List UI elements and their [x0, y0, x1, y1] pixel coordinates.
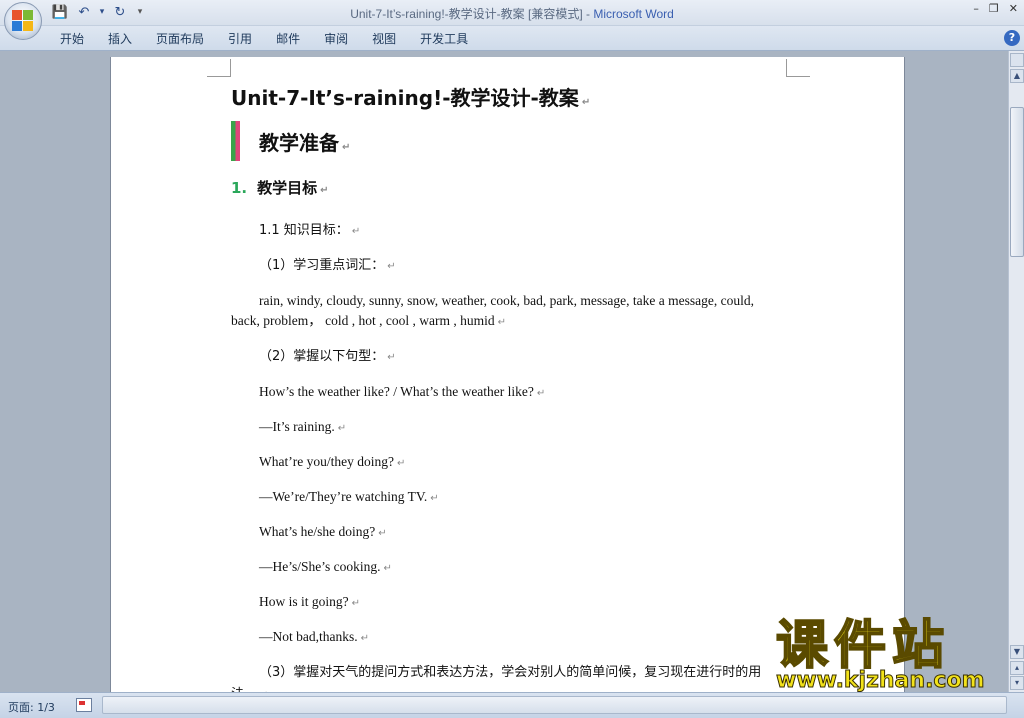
document-page[interactable]: Unit-7-It’s-raining!-教学设计-教案 ↵ 教学准备 ↵ 1. 教学… — [110, 57, 905, 692]
paragraph-vocabulary: rain, windy, cloudy, sunny, snow, weathe… — [231, 293, 754, 328]
ribbon-tab[interactable]: 审阅 — [312, 30, 360, 48]
ribbon-tabs: 开始 插入 页面布局 引用 邮件 审阅 视图 开发工具 — [48, 30, 480, 48]
document-name: Unit-7-It’s-raining!-教学设计-教案 [兼容模式] — [350, 7, 583, 21]
document-body[interactable]: Unit-7-It’s-raining!-教学设计-教案 ↵ 教学准备 ↵ 1. 教学… — [231, 83, 781, 692]
ribbon-tab[interactable]: 开发工具 — [408, 30, 480, 48]
window-title: Unit-7-It’s-raining!-教学设计-教案 [兼容模式] - Mi… — [0, 5, 1024, 22]
paragraph: How is it going? ↵ — [259, 594, 361, 609]
ribbon-tab[interactable]: 引用 — [216, 30, 264, 48]
page-indicator[interactable]: 页面: 1/3 — [8, 699, 55, 715]
heading-1: 教学准备 ↵ — [231, 121, 781, 161]
scroll-up-icon[interactable]: ▲ — [1010, 69, 1024, 83]
scroll-down-icon[interactable]: ▼ — [1010, 645, 1024, 659]
ribbon-tab[interactable]: 视图 — [360, 30, 408, 48]
restore-button[interactable]: ❐ — [989, 2, 999, 15]
vertical-scrollbar[interactable]: ▲ ▼ ▴ ▾ — [1008, 51, 1024, 692]
margin-corner-marker — [786, 59, 810, 77]
watermark-url: www.kjzhan.com — [776, 668, 986, 694]
ribbon-tab[interactable]: 开始 — [48, 30, 96, 48]
paragraph: 1.1 知识目标： ↵ — [259, 223, 361, 238]
watermark-logo: 课件站 www.kjzhan.com — [774, 615, 1006, 696]
paragraph: （2）掌握以下句型： ↵ — [259, 349, 396, 364]
paragraph: —He’s/She’s cooking. ↵ — [259, 559, 392, 574]
next-page-icon[interactable]: ▾ — [1010, 676, 1024, 690]
paragraph: What’re you/they doing? ↵ — [259, 454, 406, 469]
paragraph: （1）学习重点词汇： ↵ — [259, 258, 396, 273]
margin-corner-marker — [207, 59, 231, 77]
paragraph: What’s he/she doing? ↵ — [259, 524, 387, 539]
document-workspace: Unit-7-It’s-raining!-教学设计-教案 ↵ 教学准备 ↵ 1. 教学… — [0, 51, 1008, 692]
proofing-icon[interactable] — [76, 698, 92, 712]
title-separator: - — [582, 7, 594, 21]
office-button[interactable] — [4, 2, 42, 40]
paragraph-mark: ↵ — [320, 185, 329, 196]
paragraph-mark: ↵ — [581, 97, 591, 108]
heading-2: 1. 教学目标 ↵ — [231, 179, 329, 197]
paragraph: （3）掌握对天气的提问方式和表达方法，学会对别人的简单问候，复习现在进行时的用法… — [231, 665, 762, 692]
ruler-toggle-icon[interactable] — [1010, 53, 1024, 67]
title-bar: 💾 ↶ ▾ ↻ ▾ Unit-7-It’s-raining!-教学设计-教案 [… — [0, 0, 1024, 26]
paragraph-mark: ↵ — [342, 142, 351, 153]
scroll-thumb[interactable] — [1010, 107, 1024, 257]
close-button[interactable]: ✕ — [1009, 2, 1018, 15]
previous-page-icon[interactable]: ▴ — [1010, 661, 1024, 675]
watermark-brand: 课件站 — [775, 615, 951, 677]
horizontal-scrollbar[interactable] — [102, 696, 1007, 714]
paragraph: —Not bad,thanks. ↵ — [259, 629, 370, 644]
document-title: Unit-7-It’s-raining!-教学设计-教案 ↵ — [231, 86, 591, 110]
ribbon-tab[interactable]: 邮件 — [264, 30, 312, 48]
paragraph: How’s the weather like? / What’s the wea… — [259, 384, 546, 399]
minimize-button[interactable]: – — [973, 2, 979, 15]
ribbon-tab[interactable]: 页面布局 — [144, 30, 216, 48]
help-icon[interactable]: ? — [1004, 30, 1020, 46]
app-name: Microsoft Word — [593, 7, 674, 21]
paragraph: —We’re/They’re watching TV. ↵ — [259, 489, 439, 504]
heading-accent-bar — [231, 121, 240, 161]
ribbon-tab[interactable]: 插入 — [96, 30, 144, 48]
heading-number: 1. — [231, 179, 248, 197]
paragraph: —It’s raining. ↵ — [259, 419, 347, 434]
ribbon-tab-bar: 开始 插入 页面布局 引用 邮件 审阅 视图 开发工具 — [0, 26, 1024, 51]
window-controls: – ❐ ✕ — [973, 2, 1018, 15]
office-logo-icon — [12, 10, 34, 32]
